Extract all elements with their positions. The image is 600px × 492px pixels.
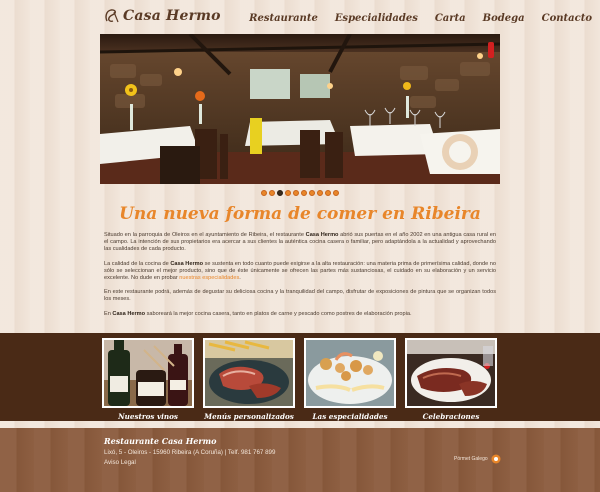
card-specialties[interactable]: Las especialidades bbox=[304, 338, 396, 421]
card-celebrations[interactable]: Celebraciones bbox=[405, 338, 497, 421]
nav-especialidades[interactable]: Especialidades bbox=[335, 13, 418, 24]
footer-address: Lixó, 5 - Oleiros - 15960 Ribeira (A Cor… bbox=[104, 449, 276, 456]
page: Casa Hermo Restaurante Especialidades Ca… bbox=[0, 0, 600, 492]
logo[interactable]: Casa Hermo bbox=[104, 8, 221, 24]
card-caption: Las especialidades bbox=[312, 412, 388, 421]
page-headline: Una nueva forma de comer en Ribeira bbox=[119, 204, 481, 224]
seafood-dish-photo bbox=[306, 340, 394, 406]
card-image bbox=[304, 338, 396, 408]
text-run: Situado en la parroquia de Oleiros en el… bbox=[104, 232, 306, 238]
feature-cards: Nuestros vinos Menús personalizados Las … bbox=[102, 338, 497, 421]
card-image bbox=[203, 338, 295, 408]
card-caption: Menús personalizados bbox=[204, 412, 294, 421]
nav-carta[interactable]: Carta bbox=[435, 13, 466, 24]
restaurant-interior-photo bbox=[100, 34, 500, 184]
site-footer bbox=[0, 428, 600, 492]
slider-pagination bbox=[0, 190, 600, 196]
main-content: Una nueva forma de comer en Ribeira Situ… bbox=[104, 204, 496, 325]
grilled-meat-photo bbox=[407, 340, 495, 406]
closing-paragraph: En Casa Hermo saboreará la mejor cocina … bbox=[104, 311, 496, 318]
logo-text: Casa Hermo bbox=[123, 8, 221, 24]
slider-dot[interactable] bbox=[285, 190, 291, 196]
card-image bbox=[102, 338, 194, 408]
site-header: Casa Hermo Restaurante Especialidades Ca… bbox=[0, 0, 600, 34]
logo-mark-icon bbox=[105, 9, 119, 23]
card-image bbox=[405, 338, 497, 408]
nav-bodega[interactable]: Bodega bbox=[483, 13, 525, 24]
slider-dot[interactable] bbox=[317, 190, 323, 196]
slider-dot-active[interactable] bbox=[277, 190, 283, 196]
nav-contacto[interactable]: Contacto bbox=[542, 13, 592, 24]
exhibitions-paragraph: En este restaurante podrá, además de deg… bbox=[104, 289, 496, 303]
credit-text: Pórmet Galego bbox=[454, 456, 488, 462]
nav-restaurante[interactable]: Restaurante bbox=[249, 13, 318, 24]
slider-dot[interactable] bbox=[293, 190, 299, 196]
quality-paragraph: La calidad de la cocina de Casa Hermo se… bbox=[104, 261, 496, 283]
card-caption: Celebraciones bbox=[422, 412, 480, 421]
brand-name: Casa Hermo bbox=[305, 232, 339, 238]
slider-dot[interactable] bbox=[301, 190, 307, 196]
slider-dot[interactable] bbox=[333, 190, 339, 196]
footer-title: Restaurante Casa Hermo bbox=[104, 436, 217, 446]
wine-bottles-photo bbox=[104, 340, 192, 406]
slider-dot[interactable] bbox=[261, 190, 267, 196]
legal-link[interactable]: Aviso Legal bbox=[104, 459, 136, 466]
brand-name: Casa Hermo bbox=[112, 310, 146, 317]
slider-dot[interactable] bbox=[269, 190, 275, 196]
text-run: La calidad de la cocina de bbox=[104, 260, 171, 267]
designer-credit[interactable]: Pórmet Galego bbox=[454, 454, 501, 464]
brand-name: Casa Hermo bbox=[170, 260, 204, 267]
steak-dish-photo bbox=[205, 340, 293, 406]
card-caption: Nuestros vinos bbox=[118, 412, 178, 421]
credit-logo-icon bbox=[491, 454, 501, 464]
text-run: . bbox=[239, 275, 241, 282]
hero-slider-image[interactable] bbox=[100, 34, 500, 184]
slider-dot[interactable] bbox=[309, 190, 315, 196]
text-run: saboreará la mejor cocina casera, tanto … bbox=[145, 310, 412, 317]
card-menus[interactable]: Menús personalizados bbox=[203, 338, 295, 421]
specialties-link[interactable]: nuestras especialidades bbox=[179, 275, 239, 281]
slider-dot[interactable] bbox=[325, 190, 331, 196]
main-nav: Restaurante Especialidades Carta Bodega … bbox=[249, 13, 592, 24]
intro-paragraph: Situado en la parroquia de Oleiros en el… bbox=[104, 232, 496, 254]
card-wines[interactable]: Nuestros vinos bbox=[102, 338, 194, 421]
